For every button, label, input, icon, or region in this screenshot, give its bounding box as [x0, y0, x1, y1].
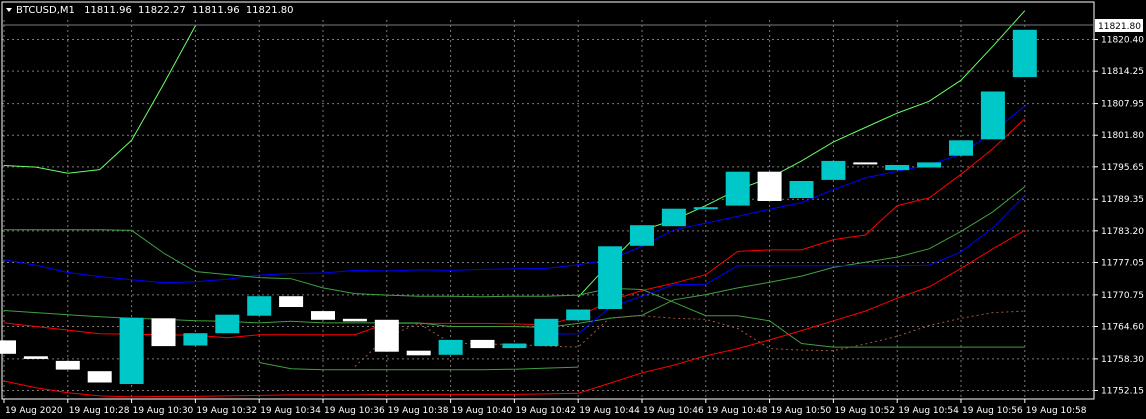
candle-bullish — [183, 333, 208, 346]
candle-bullish — [949, 140, 973, 156]
y-tick-label: 11783.20 — [1101, 227, 1144, 237]
candle-bullish — [502, 343, 527, 349]
low-value: 11811.96 — [192, 5, 240, 16]
candle-bearish — [279, 296, 304, 307]
candle-bullish — [885, 165, 910, 171]
y-tick-label: 11814.25 — [1101, 67, 1144, 77]
close-value: 11821.80 — [246, 5, 294, 16]
candle-bullish — [980, 91, 1005, 140]
candle-bullish — [534, 318, 559, 347]
x-tick-label: 19 Aug 10:28 — [69, 406, 130, 416]
candle-bearish — [311, 311, 335, 320]
candle-bullish — [247, 296, 272, 316]
candle-bearish — [374, 319, 399, 352]
candle-bullish — [1012, 29, 1037, 78]
x-tick-label: 19 Aug 10:34 — [260, 406, 321, 416]
candle-bearish — [406, 350, 431, 356]
x-tick-label: 19 Aug 10:32 — [196, 406, 257, 416]
y-tick-label: 11777.05 — [1101, 258, 1144, 268]
x-tick-label: 19 Aug 10:52 — [834, 406, 895, 416]
candle-bearish — [55, 360, 80, 370]
x-tick-label: 19 Aug 10:56 — [962, 406, 1023, 416]
x-tick-label: 19 Aug 10:48 — [707, 406, 768, 416]
x-tick-label: 19 Aug 10:46 — [643, 406, 704, 416]
candle-bullish — [215, 314, 240, 334]
candle-bullish — [630, 225, 654, 246]
svg-text:BTCUSD,M1 11811.96: BTCUSD,M1 11811.96 11822.27 11811.96 118… — [16, 5, 294, 16]
candle-bullish — [917, 162, 942, 168]
last-price-tag: 11821.80 — [1095, 19, 1143, 32]
candle-bullish — [119, 317, 144, 384]
candle-bearish — [23, 356, 48, 359]
y-tick-label: 11795.65 — [1101, 163, 1144, 173]
open-value: 11811.96 — [84, 5, 132, 16]
x-tick-label: 19 Aug 2020 — [5, 406, 63, 416]
candle-bullish — [789, 181, 814, 198]
x-tick-label: 19 Aug 10:30 — [133, 406, 194, 416]
candle-bearish — [853, 162, 878, 165]
candle-bullish — [438, 339, 463, 355]
y-tick-label: 11789.35 — [1101, 195, 1144, 205]
candle-bullish — [725, 171, 750, 206]
candle-bullish — [821, 160, 846, 180]
candlestick-chart[interactable]: 11820.40 11814.25 11807.95 11801.80 11795.65… — [0, 0, 1146, 419]
chart-header: BTCUSD,M1 11811.96 11822.27 11811.96 118… — [6, 5, 294, 16]
y-tick-label: 11770.75 — [1101, 291, 1144, 301]
chart-background — [0, 0, 1146, 419]
y-tick-label: 11752.15 — [1101, 387, 1144, 397]
x-tick-label: 19 Aug 10:54 — [898, 406, 959, 416]
y-tick-label: 11758.30 — [1101, 355, 1144, 365]
x-tick-label: 19 Aug 10:36 — [324, 406, 385, 416]
candle-bullish — [598, 246, 623, 309]
candle-bearish — [151, 318, 176, 347]
candle-bullish — [566, 309, 591, 321]
y-tick-label: 11764.60 — [1101, 322, 1144, 332]
y-tick-label: 11807.95 — [1101, 100, 1144, 110]
x-tick-label: 19 Aug 10:44 — [579, 406, 640, 416]
candle-bearish — [342, 318, 367, 322]
candle-bullish — [661, 208, 686, 227]
x-tick-label: 19 Aug 10:50 — [771, 406, 832, 416]
high-value: 11822.27 — [138, 5, 186, 16]
candle-bearish — [470, 339, 495, 349]
last-price-tag-text: 11821.80 — [1098, 22, 1141, 32]
y-tick-label: 11801.80 — [1101, 131, 1144, 141]
candle-bearish — [757, 171, 782, 201]
candle-bullish — [693, 207, 718, 210]
x-tick-label: 19 Aug 10:42 — [515, 406, 576, 416]
x-tick-label: 19 Aug 10:40 — [452, 406, 513, 416]
x-tick-label: 19 Aug 10:38 — [388, 406, 449, 416]
candle-bearish — [87, 371, 112, 383]
x-tick-label: 19 Aug 10:58 — [1026, 406, 1087, 416]
symbol-label: BTCUSD,M1 — [16, 5, 75, 16]
y-tick-label: 11820.40 — [1101, 36, 1144, 46]
